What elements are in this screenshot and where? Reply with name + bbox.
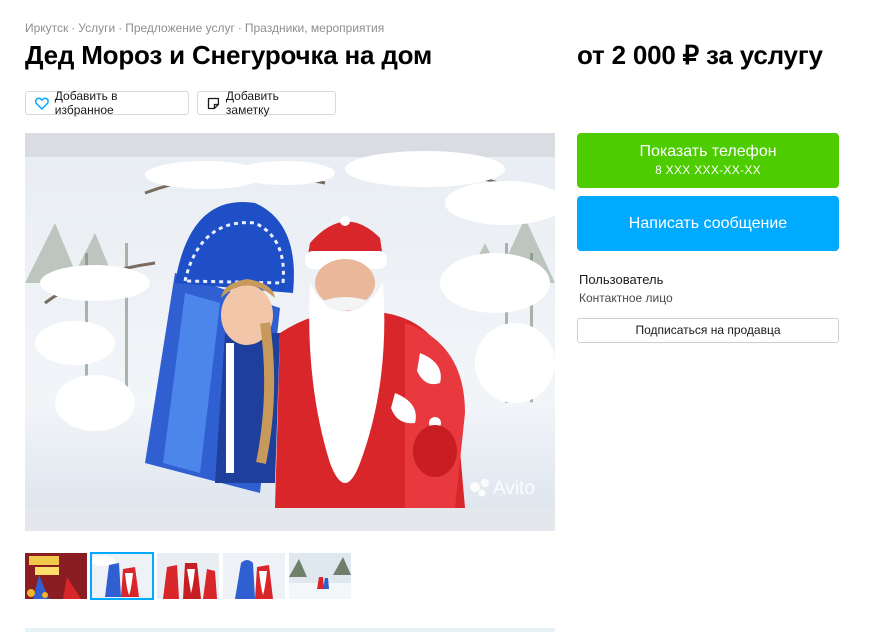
subscribe-to-seller-button[interactable]: Подписаться на продавца — [577, 318, 839, 343]
breadcrumb-item-category[interactable]: Праздники, мероприятия — [245, 21, 384, 35]
section-divider — [25, 628, 555, 632]
masked-phone-number: 8 XXX XXX-XX-XX — [655, 163, 761, 177]
watermark-text: Avito — [493, 478, 535, 499]
breadcrumb-separator: · — [118, 21, 123, 35]
thumbnail-5[interactable] — [289, 553, 351, 599]
add-note-button[interactable]: Добавить заметку — [197, 89, 336, 117]
add-to-favorites-button[interactable]: Добавить в избранное — [25, 89, 189, 117]
thumbnail-1[interactable] — [25, 553, 87, 599]
add-note-label: Добавить заметку — [225, 89, 279, 117]
thumbnail-strip — [25, 552, 351, 600]
note-icon — [207, 97, 220, 109]
write-message-button[interactable]: Написать сообщение — [577, 196, 839, 251]
add-to-favorites-label: Добавить в избранное — [54, 89, 118, 117]
show-phone-button[interactable]: Показать телефон 8 XXX XXX-XX-XX — [577, 133, 839, 188]
breadcrumb-item-services[interactable]: Услуги — [78, 21, 115, 35]
heart-icon — [35, 97, 49, 110]
thumbnail-2[interactable] — [90, 552, 154, 600]
show-phone-label: Показать телефон — [639, 143, 777, 160]
price: от 2 000 ₽ за услугу — [577, 40, 823, 70]
main-photo[interactable]: Avito — [25, 133, 555, 531]
breadcrumb: Иркутск · Услуги · Предложение услуг · Праздни… — [25, 21, 384, 35]
breadcrumb-separator: · — [71, 21, 76, 35]
seller-name[interactable]: Пользователь — [579, 272, 663, 287]
page-title: Дед Мороз и Снегурочка на дом — [25, 40, 433, 70]
thumbnail-3[interactable] — [157, 553, 219, 599]
breadcrumb-separator: · — [237, 21, 242, 35]
breadcrumb-item-city[interactable]: Иркутск — [25, 21, 68, 35]
thumbnail-4[interactable] — [223, 553, 285, 599]
seller-role: Контактное лицо — [579, 291, 673, 305]
breadcrumb-item-offer[interactable]: Предложение услуг — [125, 21, 235, 35]
